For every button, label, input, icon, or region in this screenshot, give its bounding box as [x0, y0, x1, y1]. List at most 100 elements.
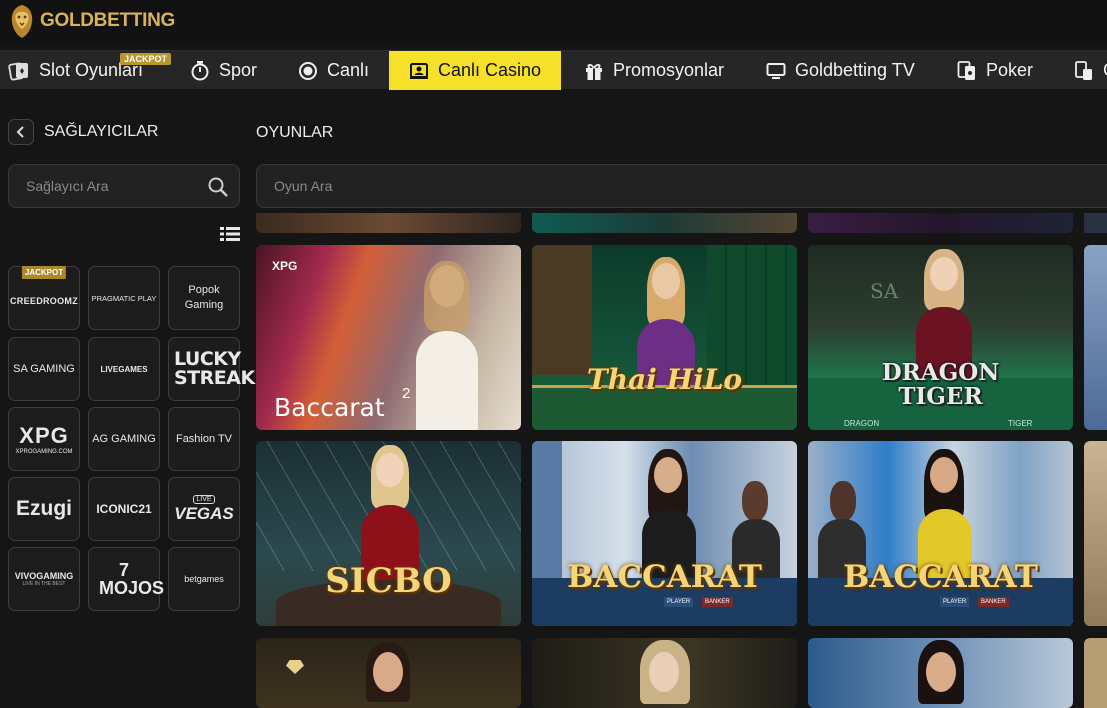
provider-label: VEGAS: [174, 503, 234, 523]
banker-chip: BANKER: [702, 597, 733, 607]
banker-chip: BANKER: [978, 597, 1009, 607]
game-tile-partial[interactable]: [532, 638, 797, 708]
providers-header: SAĞLAYICILAR: [8, 119, 158, 145]
game-tile-partial[interactable]: [256, 638, 521, 708]
list-view-toggle[interactable]: [220, 226, 240, 247]
game-tile-baccarat-a[interactable]: BACCARAT PLAYER BANKER: [532, 441, 797, 626]
provider-label: LUCKY STREAK: [174, 348, 255, 389]
game-tile-baccarat-2[interactable]: XPG Baccarat 2: [256, 245, 521, 430]
poker-icon: [957, 60, 975, 80]
back-button[interactable]: [8, 119, 34, 145]
main-nav: Slot Oyunları JACKPOT Spor Canlı Canlı C…: [0, 50, 1107, 90]
nav-label: G: [1103, 60, 1107, 81]
provider-vivogaming[interactable]: VIVOGAMING LIVE IN THE BEST: [8, 547, 80, 611]
provider-label: VIVOGAMING: [14, 571, 74, 581]
dealer-face: [373, 652, 403, 692]
provider-betgames[interactable]: betgames: [168, 547, 240, 611]
game-tile-partial[interactable]: [1084, 213, 1107, 233]
top-bar: GOLDBETTING: [0, 0, 1107, 44]
brand-name: GOLDBETTING: [40, 10, 175, 31]
backdrop-panel: [532, 245, 592, 375]
provider-popok-gaming[interactable]: Popok Gaming: [168, 266, 240, 330]
game-title-superscript: 2: [402, 385, 411, 402]
nav-label: Canlı Casino: [438, 60, 542, 80]
stopwatch-icon: [191, 60, 209, 80]
game-search-input[interactable]: [274, 178, 674, 194]
game-tile-partial[interactable]: [808, 213, 1073, 233]
table-label: DRAGON: [844, 419, 880, 428]
nav-label: Goldbetting TV: [795, 60, 915, 80]
provider-pragmatic-play[interactable]: PRAGMATIC PLAY: [88, 266, 160, 330]
game-title: Thai HiLo: [586, 363, 743, 396]
provider-sublabel: LIVE IN THE BEST: [22, 581, 66, 587]
game-tile-baccarat-b[interactable]: BACCARAT PLAYER BANKER: [808, 441, 1073, 626]
provider-xpg[interactable]: XPG XPROGAMING.COM: [8, 407, 80, 471]
game-title: BACCARAT: [567, 559, 762, 595]
jackpot-badge: JACKPOT: [120, 53, 172, 65]
providers-title: SAĞLAYICILAR: [44, 123, 159, 140]
player-chip: PLAYER: [664, 597, 694, 607]
game-title-line: DRAGON: [881, 359, 1000, 386]
game-tile-partial[interactable]: [1084, 638, 1107, 708]
provider-label: ICONIC21: [96, 502, 152, 516]
nav-item-more[interactable]: G: [1074, 51, 1107, 90]
provider-sa-gaming[interactable]: SA GAMING: [8, 337, 80, 401]
brand-logo[interactable]: GOLDBETTING: [6, 2, 175, 40]
nav-label: Spor: [219, 60, 258, 80]
game-title-line: TIGER: [898, 383, 983, 410]
nav-item-goldbetting-tv[interactable]: Goldbetting TV: [766, 51, 915, 90]
provider-label: Fashion TV: [175, 433, 233, 445]
provider-label: betgames: [184, 574, 224, 584]
game-search[interactable]: [256, 164, 1107, 208]
player-chip: PLAYER: [940, 597, 970, 607]
provider-search-input[interactable]: [26, 178, 196, 194]
provider-label: 7 MOJOS: [99, 560, 165, 598]
provider-creedroomz[interactable]: JACKPOT CREEDROOMZ: [8, 266, 80, 330]
nav-label: Poker: [986, 60, 1034, 80]
chevron-left-icon: [16, 126, 24, 138]
nav-item-spor[interactable]: Spor: [190, 51, 257, 90]
nav-item-promosyonlar[interactable]: Promosyonlar: [584, 51, 724, 90]
nav-item-canli[interactable]: Canlı: [298, 51, 369, 90]
game-tile-partial[interactable]: [808, 638, 1073, 708]
provider-label: CREEDROOMZ: [10, 296, 78, 306]
provider-ezugi[interactable]: Ezugi: [8, 477, 80, 541]
game-title: DRAGON TIGER: [808, 361, 1073, 409]
provider-fashion-tv[interactable]: Fashion TV: [168, 407, 240, 471]
provider-lucky-streak[interactable]: LUCKY STREAK: [168, 337, 255, 401]
games-title: OYUNLAR: [256, 124, 334, 141]
dealer-face: [926, 652, 956, 692]
provider-mark: SA: [870, 279, 899, 303]
game-tile-dragon-tiger[interactable]: SA DRAGON TIGER DRAGON TIGER: [808, 245, 1073, 430]
gift-icon: [586, 63, 602, 80]
nav-label: Promosyonlar: [613, 60, 725, 80]
provider-livegames[interactable]: LIVEGAMES: [88, 337, 160, 401]
provider-iconic21[interactable]: ICONIC21: [88, 477, 160, 541]
nav-item-poker[interactable]: Poker: [957, 51, 1033, 90]
game-tile-partial[interactable]: [256, 213, 521, 233]
list-view-icon: [220, 227, 240, 241]
provider-search[interactable]: [8, 164, 240, 208]
provider-live-vegas[interactable]: LIVE VEGAS: [168, 477, 240, 541]
provider-sublabel: XPROGAMING.COM: [15, 449, 73, 455]
casino-games-icon: [1075, 60, 1092, 80]
slot-cards-icon: [8, 61, 28, 81]
search-icon[interactable]: [207, 176, 229, 198]
game-tile-partial[interactable]: [1084, 441, 1107, 626]
game-tile-partial[interactable]: [532, 213, 797, 233]
table-label: TIGER: [1008, 419, 1033, 428]
game-title: SICBO: [325, 561, 452, 601]
game-tile-partial[interactable]: [1084, 245, 1107, 430]
provider-7-mojos[interactable]: 7 MOJOS: [88, 547, 165, 611]
provider-label: AG GAMING: [92, 433, 156, 445]
live-dot-icon: [299, 61, 317, 80]
game-tile-sicbo[interactable]: SICBO: [256, 441, 521, 626]
nav-item-canli-casino[interactable]: Canlı Casino: [389, 51, 561, 90]
dealer-face: [649, 652, 679, 692]
provider-ag-gaming[interactable]: AG GAMING: [88, 407, 160, 471]
diamond-icon: [286, 660, 304, 674]
dealer-figure: [416, 261, 478, 430]
game-tile-thai-hilo[interactable]: Thai HiLo: [532, 245, 797, 430]
provider-label: XPG: [19, 423, 69, 448]
jackpot-badge: JACKPOT: [21, 266, 67, 279]
